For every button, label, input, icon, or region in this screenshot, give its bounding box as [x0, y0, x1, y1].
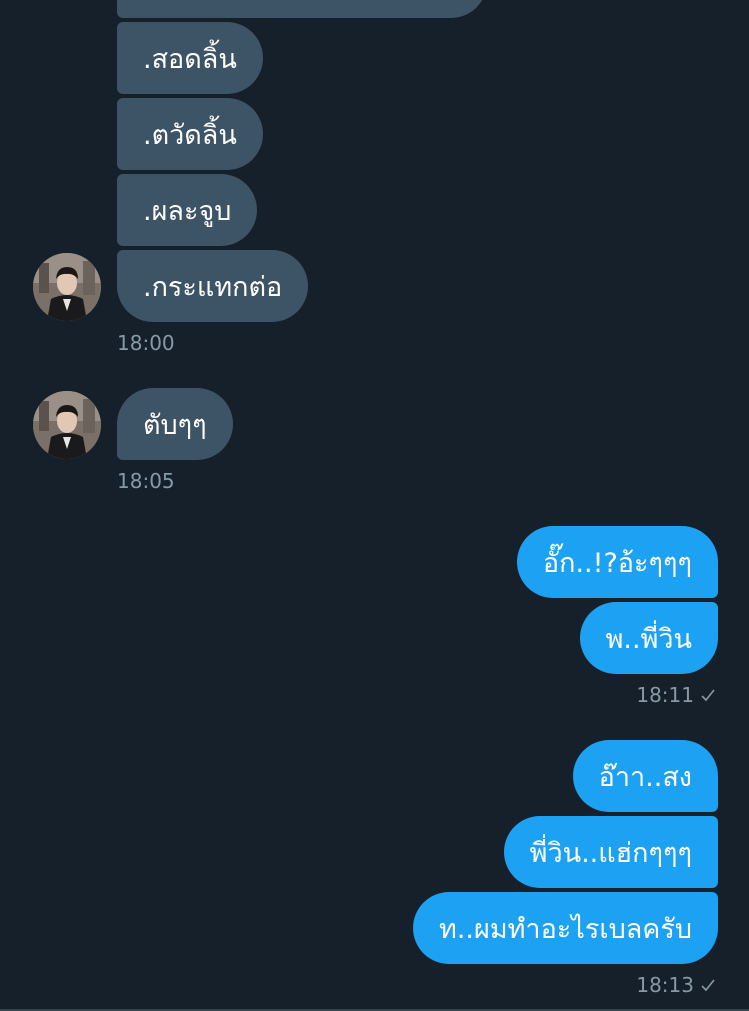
timestamp-with-status: 18:11 [636, 683, 716, 707]
message-bubble-received[interactable]: ตับๆๆ [117, 388, 233, 460]
timestamp: 18:13 [636, 973, 694, 997]
message-bubble-received[interactable]: .สอดลิ้น [117, 22, 263, 94]
message-text: พ..พี่วิน [605, 623, 692, 655]
avatar-photo [33, 391, 101, 459]
message-bubble-sent[interactable]: พ..พี่วิน [579, 602, 718, 674]
message-text: อั๊ก..!?อ้ะๆๆๆ [542, 547, 692, 579]
message-bubble-received-partial[interactable] [117, 0, 487, 18]
message-bubble-received[interactable]: .กระแทกต่อ [117, 250, 309, 322]
message-text: ตับๆๆ [143, 409, 207, 441]
timestamp: 18:00 [117, 331, 175, 355]
sender-avatar[interactable] [33, 391, 101, 459]
message-text: .สอดลิ้น [143, 43, 237, 75]
message-text: .ผละจูบ [143, 195, 232, 227]
sender-avatar[interactable] [33, 253, 101, 321]
timestamp-with-status: 18:13 [636, 973, 716, 997]
message-text: พี่วิน..แฮ่กๆๆๆ [529, 837, 692, 869]
message-bubble-sent[interactable]: พี่วิน..แฮ่กๆๆๆ [503, 816, 718, 888]
message-bubble-sent[interactable]: อ๊าา..สง [572, 740, 718, 812]
message-text: .ตวัดลิ้น [143, 119, 237, 151]
message-bubble-received[interactable]: .ผละจูบ [117, 174, 258, 246]
check-icon [701, 979, 715, 992]
avatar-photo [33, 253, 101, 321]
message-bubble-received[interactable]: .ตวัดลิ้น [117, 98, 263, 170]
message-text: ท..ผมทำอะไรเบลครับ [439, 913, 692, 945]
message-bubble-sent[interactable]: อั๊ก..!?อ้ะๆๆๆ [516, 526, 718, 598]
timestamp: 18:11 [636, 683, 694, 707]
message-text: อ๊าา..สง [598, 761, 692, 793]
message-bubble-sent[interactable]: ท..ผมทำอะไรเบลครับ [413, 892, 718, 964]
check-icon [701, 689, 715, 702]
timestamp: 18:05 [117, 469, 175, 493]
message-text: .กระแทกต่อ [143, 271, 283, 303]
